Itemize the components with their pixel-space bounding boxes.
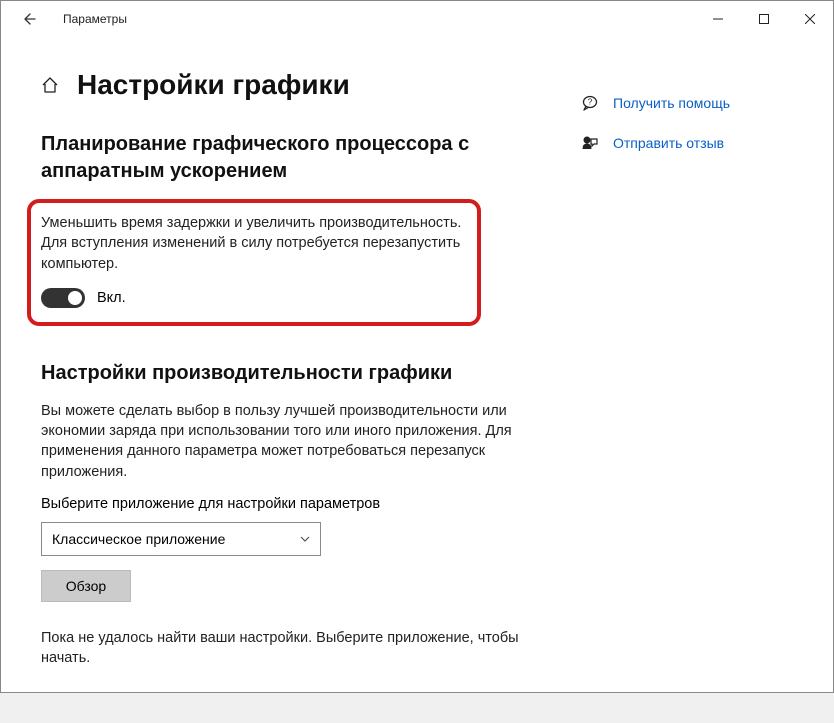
main-column: Настройки графики Планирование графическ…: [41, 69, 521, 703]
gpu-scheduling-section: Планирование графического процессора с а…: [41, 131, 521, 326]
close-icon: [805, 14, 815, 24]
maximize-button[interactable]: [741, 1, 787, 37]
close-button[interactable]: [787, 1, 833, 37]
browse-button[interactable]: Обзор: [41, 570, 131, 602]
get-help-link[interactable]: ? Получить помощь: [581, 94, 801, 112]
gpu-toggle-row: Вкл.: [41, 288, 463, 308]
svg-text:?: ?: [588, 98, 593, 107]
chevron-down-icon: [300, 533, 310, 545]
minimize-button[interactable]: [695, 1, 741, 37]
home-icon[interactable]: [41, 76, 59, 94]
gpu-scheduling-title: Планирование графического процессора с а…: [41, 131, 521, 185]
page-header: Настройки графики: [41, 69, 521, 101]
window-title: Параметры: [63, 12, 127, 26]
window-controls: [695, 1, 833, 37]
arrow-left-icon: [21, 11, 37, 27]
app-type-select[interactable]: Классическое приложение: [41, 522, 321, 556]
maximize-icon: [759, 14, 769, 24]
gpu-toggle-label: Вкл.: [97, 290, 126, 306]
perf-title: Настройки производительности графики: [41, 360, 521, 387]
perf-settings-section: Настройки производительности графики Вы …: [41, 360, 521, 669]
get-help-label: Получить помощь: [613, 95, 730, 111]
empty-state-text: Пока не удалось найти ваши настройки. Вы…: [41, 628, 521, 669]
app-select-label: Выберите приложение для настройки параме…: [41, 496, 521, 512]
gpu-scheduling-toggle[interactable]: [41, 288, 85, 308]
feedback-label: Отправить отзыв: [613, 135, 724, 151]
page-title: Настройки графики: [77, 69, 350, 101]
perf-desc: Вы можете сделать выбор в пользу лучшей …: [41, 401, 521, 482]
settings-window: Параметры Настройки графики Планирование: [0, 0, 834, 693]
minimize-icon: [713, 14, 723, 24]
app-type-value: Классическое приложение: [52, 531, 225, 547]
feedback-link[interactable]: Отправить отзыв: [581, 134, 801, 152]
gpu-scheduling-desc: Уменьшить время задержки и увеличить про…: [41, 213, 463, 274]
side-column: ? Получить помощь Отправить отзыв: [581, 69, 801, 703]
feedback-icon: [581, 134, 599, 152]
content-area: Настройки графики Планирование графическ…: [1, 37, 833, 723]
highlighted-toggle-area: Уменьшить время задержки и увеличить про…: [27, 199, 481, 326]
back-button[interactable]: [11, 1, 47, 37]
titlebar: Параметры: [1, 1, 833, 37]
help-icon: ?: [581, 94, 599, 112]
